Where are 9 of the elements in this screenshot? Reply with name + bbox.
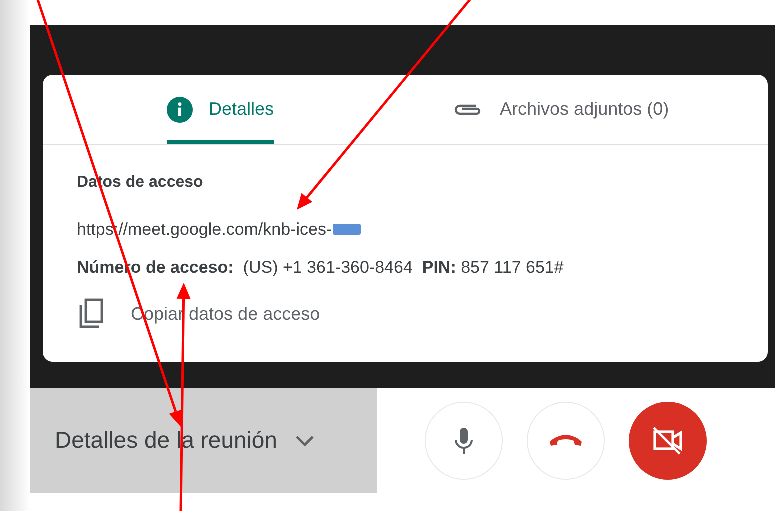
tab[interactable]: Archivos adjuntos (0) [452, 75, 670, 144]
info-icon [167, 96, 193, 122]
phone-icon [549, 434, 583, 448]
copy-icon [77, 298, 105, 330]
redaction-mark [333, 224, 362, 236]
chevron-icon [295, 434, 316, 446]
microphone-icon [453, 426, 475, 454]
camera-off-icon [651, 426, 685, 456]
tab[interactable]: Detalles [167, 75, 274, 144]
